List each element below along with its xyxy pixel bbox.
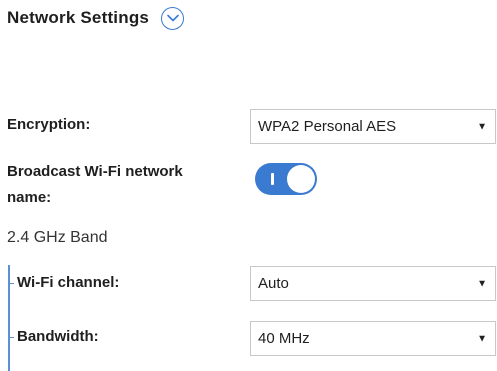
wifi-channel-select[interactable]: Auto ▼ bbox=[250, 266, 496, 301]
wifi-channel-value: Auto bbox=[258, 275, 289, 292]
bandwidth-value: 40 MHz bbox=[258, 330, 310, 347]
band-tree-line bbox=[8, 265, 10, 371]
page-title: Network Settings bbox=[7, 8, 150, 27]
encryption-label: Encryption: bbox=[7, 116, 91, 133]
encryption-select[interactable]: WPA2 Personal AES ▼ bbox=[250, 109, 496, 144]
dropdown-caret-icon: ▼ bbox=[477, 121, 487, 132]
bandwidth-label: Bandwidth: bbox=[17, 328, 99, 345]
chevron-down-icon bbox=[166, 14, 179, 22]
dropdown-caret-icon: ▼ bbox=[477, 278, 487, 289]
broadcast-label-line1: Broadcast Wi-Fi network bbox=[7, 163, 183, 180]
encryption-value: WPA2 Personal AES bbox=[258, 118, 397, 135]
expand-button[interactable] bbox=[161, 6, 185, 30]
page-header: Network Settings bbox=[7, 6, 185, 30]
dropdown-caret-icon: ▼ bbox=[477, 333, 487, 344]
tree-branch bbox=[8, 337, 14, 338]
band-label: 2.4 GHz Band bbox=[7, 229, 108, 246]
bandwidth-select[interactable]: 40 MHz ▼ bbox=[250, 321, 496, 356]
wifi-channel-label: Wi-Fi channel: bbox=[17, 274, 120, 291]
broadcast-toggle[interactable] bbox=[255, 163, 317, 195]
tree-branch bbox=[8, 283, 14, 284]
toggle-knob bbox=[287, 165, 315, 193]
toggle-on-indicator bbox=[271, 173, 274, 185]
broadcast-label-line2: name: bbox=[7, 189, 52, 206]
